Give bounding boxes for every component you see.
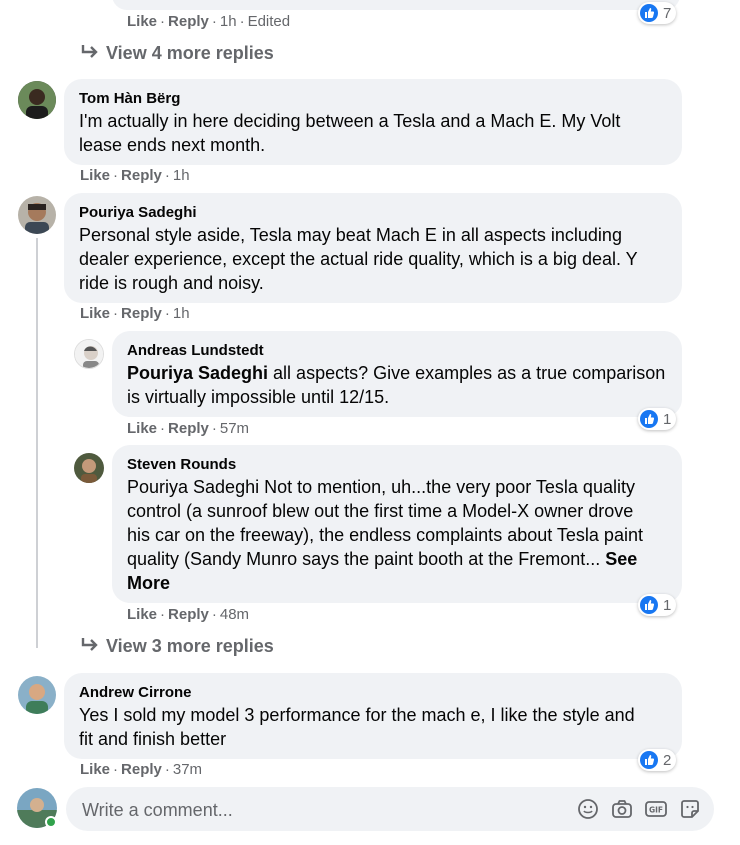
- reaction-count[interactable]: 1: [638, 594, 677, 616]
- timestamp: 1h: [172, 167, 190, 184]
- comment-author[interactable]: Pouriya Sadeghi: [79, 204, 667, 222]
- reply-text: is virtually impossible until 12/15.: [127, 387, 390, 407]
- reply-link[interactable]: Reply: [168, 420, 209, 437]
- like-reaction-icon: [640, 4, 658, 22]
- timestamp: 57m: [219, 420, 250, 437]
- reply-author[interactable]: Steven Rounds: [127, 456, 667, 474]
- previous-comment-meta: Like · Reply · 1h · Edited: [127, 13, 291, 30]
- comment-text: ride is rough and noisy.: [79, 273, 264, 293]
- comment-text: lease ends next month.: [79, 135, 266, 155]
- view-more-replies-link[interactable]: View 3 more replies: [80, 634, 274, 658]
- reply-link[interactable]: Reply: [121, 305, 162, 322]
- reply-link[interactable]: Reply: [121, 167, 162, 184]
- svg-text:GIF: GIF: [649, 806, 663, 815]
- view-more-replies-link[interactable]: View 4 more replies: [80, 41, 274, 65]
- reply-text: Pouriya Sadeghi all aspects? Give exampl…: [127, 363, 666, 383]
- reply-author[interactable]: Andreas Lundstedt: [127, 342, 667, 360]
- comment-bubble: Andrew Cirrone Yes I sold my model 3 per…: [64, 673, 682, 759]
- avatar[interactable]: [18, 81, 56, 119]
- comment-meta: Like · Reply · 37m: [80, 761, 203, 778]
- reply-text: control (a sunroof blew out the first ti…: [127, 501, 634, 521]
- see-more-link[interactable]: See: [605, 549, 637, 569]
- like-reaction-icon: [640, 410, 658, 428]
- reply-meta: Like · Reply · 48m: [127, 606, 250, 623]
- reply-bubble: Steven Rounds Pouriya Sadeghi Not to men…: [112, 445, 682, 603]
- reply-arrow-icon: [80, 42, 102, 66]
- comment-text: Yes I sold my model 3 performance for th…: [79, 705, 635, 725]
- sticker-icon[interactable]: [678, 797, 702, 821]
- comment-author[interactable]: Andrew Cirrone: [79, 684, 667, 702]
- online-status-dot: [45, 816, 57, 828]
- comment-input[interactable]: [80, 787, 554, 833]
- like-link[interactable]: Like: [80, 761, 110, 778]
- reaction-count[interactable]: 2: [638, 749, 677, 771]
- comment-text: fit and finish better: [79, 729, 227, 749]
- avatar[interactable]: [74, 339, 104, 369]
- avatar[interactable]: [18, 196, 56, 234]
- like-link[interactable]: Like: [127, 420, 157, 437]
- reply-text: More: [127, 571, 667, 595]
- reply-link[interactable]: Reply: [168, 606, 209, 623]
- reply-text: Pouriya Sadeghi Not to mention, uh...the…: [127, 477, 635, 497]
- comment-bubble: Pouriya Sadeghi Personal style aside, Te…: [64, 193, 682, 303]
- reply-thread-line: [36, 238, 38, 648]
- camera-icon[interactable]: [610, 797, 634, 821]
- timestamp: 1h: [219, 13, 237, 30]
- timestamp: 1h: [172, 305, 190, 322]
- like-link[interactable]: Like: [80, 167, 110, 184]
- reply-text: quality (Sandy Munro says the paint boot…: [127, 549, 638, 569]
- like-link[interactable]: Like: [127, 606, 157, 623]
- timestamp: 48m: [219, 606, 250, 623]
- reply-arrow-icon: [80, 635, 102, 659]
- reaction-count[interactable]: 1: [638, 408, 677, 430]
- comment-meta: Like · Reply · 1h: [80, 305, 190, 322]
- reply-meta: Like · Reply · 57m: [127, 420, 250, 437]
- comment-bubble: Tom Hàn Bërg I'm actually in here decidi…: [64, 79, 682, 165]
- previous-comment-bubble: [112, 0, 680, 10]
- gif-icon[interactable]: GIF: [644, 797, 668, 821]
- like-reaction-icon: [640, 596, 658, 614]
- timestamp: 37m: [172, 761, 203, 778]
- reply-link[interactable]: Reply: [168, 13, 209, 30]
- like-link[interactable]: Like: [127, 13, 157, 30]
- like-reaction-icon: [640, 751, 658, 769]
- comment-text: I'm actually in here deciding between a …: [79, 111, 621, 131]
- comment-text: dealer experience, except the actual rid…: [79, 249, 638, 269]
- reaction-count[interactable]: 7: [638, 2, 677, 24]
- mention-link[interactable]: Pouriya Sadeghi: [127, 363, 268, 383]
- edited-label: Edited: [247, 13, 291, 30]
- comment-text: Personal style aside, Tesla may beat Mac…: [79, 225, 622, 245]
- comment-author[interactable]: Tom Hàn Bërg: [79, 90, 667, 108]
- see-more-link-continued[interactable]: More: [127, 573, 170, 593]
- avatar[interactable]: [18, 676, 56, 714]
- comment-composer[interactable]: GIF: [66, 787, 714, 833]
- like-link[interactable]: Like: [80, 305, 110, 322]
- emoji-icon[interactable]: [576, 797, 600, 821]
- comment-meta: Like · Reply · 1h: [80, 167, 190, 184]
- reply-bubble: Andreas Lundstedt Pouriya Sadeghi all as…: [112, 331, 682, 417]
- avatar[interactable]: [74, 453, 104, 483]
- reply-link[interactable]: Reply: [121, 761, 162, 778]
- reply-text: his car on the freeway), the endless com…: [127, 525, 643, 545]
